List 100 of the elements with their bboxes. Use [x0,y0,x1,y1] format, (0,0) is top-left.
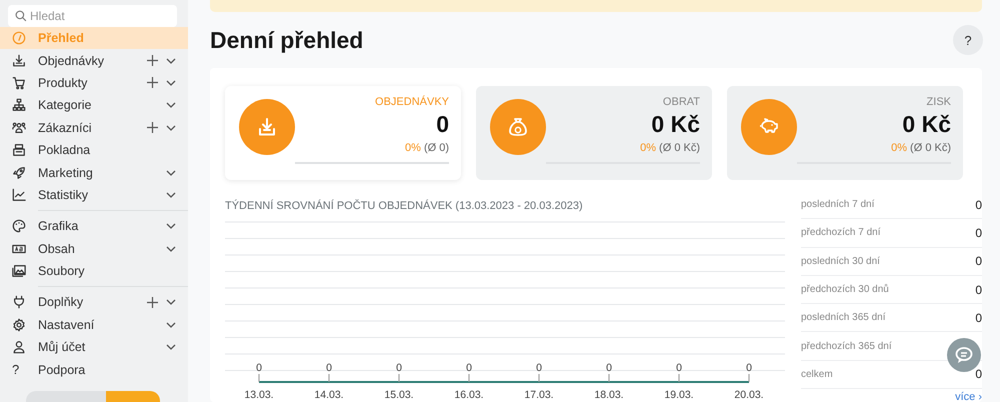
chevron-down-icon[interactable] [166,170,176,176]
stat-label: posledních 365 dní [801,312,886,324]
nav-item[interactable]: Nastavení [0,314,188,336]
people-icon [12,120,26,135]
label-tick [398,374,400,382]
chevron-down-icon[interactable] [166,299,176,306]
stat-value: 0 [975,310,982,325]
palette-icon [12,219,26,234]
x-axis-label: 20.03. [734,389,764,401]
label-tick [678,374,680,382]
plug-icon [12,295,26,310]
x-axis-label: 19.03. [664,389,694,401]
nav-item[interactable]: Zákazníci [0,116,188,139]
data-label: 0 [746,362,752,374]
chevron-down-icon[interactable] [166,192,176,198]
change-percent: 0% [640,142,656,154]
search-field[interactable]: Hledat [8,5,177,27]
card-value: 0 Kč [651,111,700,138]
user-icon [12,340,26,354]
card-label: OBRAT [662,96,700,108]
nav-item[interactable]: Doplňky [0,291,188,314]
nav-item[interactable]: Soubory [0,260,188,282]
download-tray-icon [12,54,26,68]
stat-label: posledních 30 dní [801,256,880,267]
stat-card[interactable]: OBJEDNÁVKY 0 0% (Ø 0) [225,86,461,180]
nav-item[interactable]: Kategorie [0,94,188,117]
chevron-down-icon[interactable] [166,322,176,328]
chevron-down-icon[interactable] [166,344,176,350]
data-label: 0 [256,362,262,374]
card-label: ZISK [926,96,951,108]
chevron-down-icon[interactable] [166,223,176,230]
stat-value: 0 [975,226,982,240]
help-button[interactable]: ? [953,25,983,55]
change-percent: 0% [891,142,908,154]
label-tick [748,374,750,382]
nav-item[interactable]: Pokladna [0,138,188,162]
toggle-button[interactable] [26,390,106,402]
stat-value: 0 [975,198,982,212]
change-percent: 0% [405,142,421,154]
average-value: (Ø 0 Kč) [659,142,700,154]
nav-item[interactable]: Produkty [0,72,188,94]
nav-item[interactable]: Grafika [0,215,188,238]
question-mark-icon: ? [12,362,20,377]
average-value: (Ø 0 Kč) [910,142,951,154]
image-icon [12,264,26,278]
x-axis-label: 14.03. [314,389,344,401]
money-bag-icon [506,115,530,139]
stat-value: 0 [975,254,982,268]
nav-item[interactable]: Marketing [0,161,188,184]
chevron-down-icon[interactable] [166,124,176,131]
label-tick [538,374,540,382]
page-title: Denní přehled [210,26,364,54]
label-tick [328,374,330,382]
label-tick [608,374,610,382]
data-label: 0 [606,362,612,374]
plus-icon[interactable] [147,77,158,88]
plus-icon[interactable] [147,122,158,134]
stat-label: celkem [801,368,833,380]
plus-icon[interactable] [147,55,158,66]
nav-item[interactable]: Statistiky [0,184,188,206]
card-value: 0 [436,111,449,138]
x-axis-label: 15.03. [384,389,414,401]
chevron-down-icon[interactable] [166,246,176,252]
more-link[interactable]: více › [955,391,982,402]
chevron-down-icon[interactable] [166,102,176,108]
stat-label: předchozích 365 dní [801,340,892,352]
hierarchy-icon [12,98,26,112]
nav-item[interactable]: Můj účet [0,336,188,358]
chat-icon [954,345,974,365]
stat-label: předchozích 7 dní [801,227,880,238]
data-label: 0 [466,362,472,374]
settings-icon [12,318,26,332]
label-tick [258,374,260,382]
chart-title: TÝDENNÍ SROVNÁNÍ POČTU OBJEDNÁVEK (13.03.2023 - 20.03.2023) [225,200,584,212]
rocket-icon [12,166,26,180]
chevron-down-icon[interactable] [166,80,176,86]
average-value: (Ø 0) [424,142,449,154]
data-label: 0 [396,362,402,374]
gauge-icon [12,31,26,46]
chevron-down-icon[interactable] [166,58,176,64]
stat-label: předchozích 30 dnů [801,284,889,296]
nav-item[interactable]: ? Podpora [0,358,188,381]
card-label: OBJEDNÁVKY [375,96,449,108]
stat-value: 0 [975,367,982,382]
line-chart-icon [12,188,26,202]
x-axis-label: 13.03. [244,389,274,401]
data-label: 0 [676,362,682,374]
stat-card[interactable]: ZISK 0 Kč 0% (Ø 0 Kč) [727,86,963,180]
cart-icon [12,76,26,90]
plus-icon[interactable] [147,296,158,308]
x-axis-label: 18.03. [594,389,624,401]
cash-register-icon [12,143,26,158]
stat-value: 0 [975,282,982,297]
card-value: 0 Kč [902,111,951,138]
nav-item[interactable]: Objednávky [0,49,188,72]
data-label: 0 [326,362,332,374]
nav-item[interactable]: Obsah [0,238,188,260]
label-tick [468,374,470,382]
stat-card[interactable]: OBRAT 0 Kč 0% (Ø 0 Kč) [476,86,712,180]
toggle-button[interactable] [106,390,160,402]
